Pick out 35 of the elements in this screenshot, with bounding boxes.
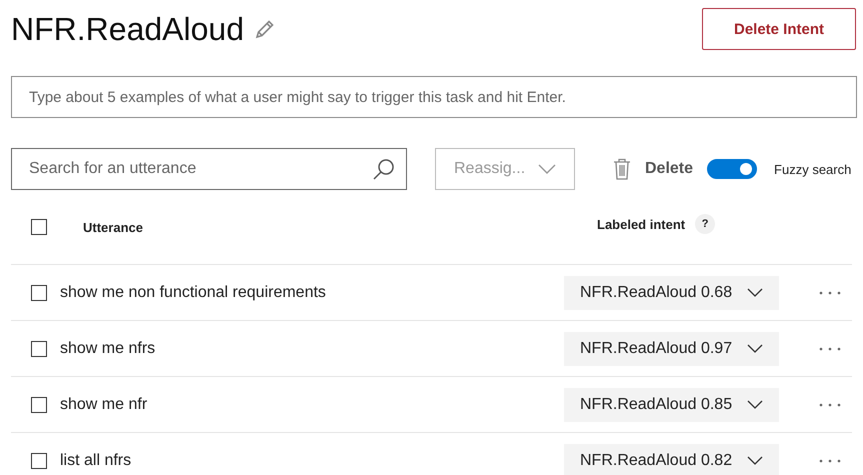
edit-icon[interactable]: [254, 18, 276, 40]
more-icon[interactable]: [819, 290, 841, 294]
utterance-text: show me non functional requirements: [60, 284, 327, 302]
select-all-checkbox[interactable]: [31, 219, 47, 235]
utterance-text: list all nfrs: [60, 452, 132, 470]
more-icon[interactable]: [819, 402, 841, 406]
intent-dropdown[interactable]: NFR.ReadAloud 0.85: [564, 388, 779, 422]
search-field[interactable]: Search for an utterance: [11, 148, 407, 190]
example-input-field[interactable]: Type about 5 examples of what a user might say to trigger this task and hit Enter.: [11, 76, 857, 118]
more-icon[interactable]: [819, 346, 841, 350]
chevron-down-icon: [747, 400, 763, 409]
utterance-text: show me nfrs: [60, 340, 156, 358]
fuzzy-search-toggle[interactable]: [707, 159, 758, 179]
row-checkbox[interactable]: [31, 284, 47, 300]
chevron-down-icon: [538, 164, 556, 174]
row-checkbox[interactable]: [31, 340, 47, 356]
intent-dropdown[interactable]: NFR.ReadAloud 0.82: [564, 444, 779, 475]
search-icon: [372, 157, 396, 181]
column-header: Labeled intent: [597, 216, 686, 232]
intent-title: NFR.ReadAloud: [11, 10, 244, 48]
utterance-text: show me nfr: [60, 396, 148, 414]
intent-dropdown[interactable]: NFR.ReadAloud 0.68: [564, 276, 779, 310]
trash-icon[interactable]: [613, 158, 631, 180]
column-header: Utterance: [83, 220, 144, 234]
intent-dropdown[interactable]: NFR.ReadAloud 0.97: [564, 332, 779, 366]
chevron-down-icon: [747, 288, 763, 297]
row-checkbox[interactable]: [31, 396, 47, 412]
more-icon[interactable]: [819, 458, 841, 462]
chevron-down-icon: [747, 456, 763, 465]
delete-button[interactable]: Delete: [645, 160, 694, 178]
chevron-down-icon: [747, 344, 763, 353]
fuzzy-search-label: Fuzzy search: [774, 162, 852, 176]
row-checkbox[interactable]: [31, 452, 47, 468]
help-badge[interactable]: ?: [695, 214, 716, 234]
delete-intent-button[interactable]: Delete Intent: [702, 8, 856, 50]
